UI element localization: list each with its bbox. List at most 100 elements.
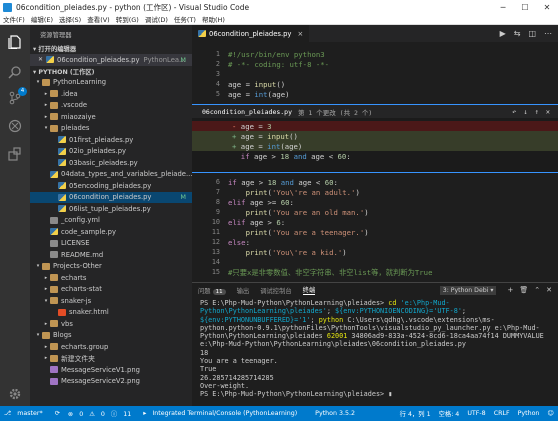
peek-filename: 06condition_pleiades.py — [202, 107, 293, 116]
tree-item-label: 06list_tuple_pleiades.py — [69, 204, 151, 213]
tree-file[interactable]: LICENSE — [30, 238, 192, 250]
tree-file[interactable]: code_sample.py — [30, 226, 192, 238]
git-branch[interactable]: ⎇ master* — [0, 410, 51, 417]
new-terminal-icon[interactable]: + — [507, 286, 513, 294]
revert-icon[interactable]: ↶ — [512, 108, 516, 116]
tree-folder[interactable]: ▸ miaozaiye — [30, 111, 192, 123]
menu-selection[interactable]: 选择(S) — [56, 14, 84, 24]
tree-folder[interactable]: ▸ echarts-stat — [30, 284, 192, 296]
python-file-icon — [50, 170, 58, 178]
maximize-button[interactable]: ☐ — [514, 0, 536, 14]
python-interpreter[interactable]: Python 3.5.2 — [311, 410, 359, 417]
tab-close-icon[interactable]: × — [297, 30, 303, 38]
cursor-position[interactable]: 行 4，列 1 — [396, 409, 435, 418]
next-change-icon[interactable]: ↓ — [523, 108, 527, 116]
menu-bar: 文件(F) 编辑(E) 选择(S) 查看(V) 转到(G) 调试(D) 任务(T… — [0, 14, 558, 25]
close-window-button[interactable]: ✕ — [536, 0, 558, 14]
close-peek-icon[interactable]: ✕ — [546, 108, 550, 116]
explorer-icon[interactable] — [8, 35, 22, 49]
menu-file[interactable]: 文件(F) — [0, 14, 28, 24]
tree-file[interactable]: 03basic_pleiades.py — [30, 157, 192, 169]
workspace-section[interactable]: ▾ PYTHON (工作区) — [30, 66, 192, 77]
terminal-output[interactable]: PS E:\Php-Mud-Python\PythonLearning\plei… — [192, 297, 558, 401]
chevron-down-icon: ▾ — [36, 263, 40, 270]
split-editor-icon[interactable]: ◫ — [528, 29, 536, 38]
tree-file[interactable]: 04data_types_and_variables_pleiade... — [30, 169, 192, 181]
tree-file[interactable]: 06list_tuple_pleiades.py — [30, 203, 192, 215]
code-line: else: — [228, 238, 250, 247]
line-ending[interactable]: CRLF — [490, 410, 514, 417]
folder-icon — [50, 274, 58, 282]
prev-change-icon[interactable]: ↑ — [535, 108, 539, 116]
encoding[interactable]: UTF-8 — [463, 410, 489, 417]
line-number: 3 — [215, 70, 220, 78]
menu-view[interactable]: 查看(V) — [84, 14, 113, 24]
line-number: 14 — [211, 258, 220, 266]
debug-icon[interactable] — [8, 119, 22, 133]
settings-gear-icon[interactable] — [8, 387, 22, 401]
tree-file[interactable]: snaker.html — [30, 307, 192, 319]
run-icon[interactable]: ▶ — [500, 29, 506, 38]
tab-debug-console[interactable]: 调试控制台 — [260, 286, 291, 295]
menu-edit[interactable]: 编辑(E) — [28, 14, 56, 24]
sync-icon[interactable]: ⟳ — [51, 410, 64, 417]
folder-icon — [42, 331, 50, 339]
kill-terminal-icon[interactable]: 🗑 — [519, 286, 528, 294]
status-bar: ⎇ master* ⟳ ⊗ 0 ⚠ 0 ⓘ 11 ▸ Integrated Te… — [0, 406, 558, 421]
tree-folder[interactable]: ▸ vbs — [30, 318, 192, 330]
line-number: 8 — [215, 198, 220, 206]
tree-folder[interactable]: ▸ echarts — [30, 272, 192, 284]
open-editor-item[interactable]: ✕ 06condition_pleiades.py PythonLea... M — [30, 54, 192, 66]
menu-help[interactable]: 帮助(H) — [199, 14, 228, 24]
tree-folder[interactable]: ▾ pleiades — [30, 123, 192, 135]
editor-tab[interactable]: 06condition_pleiades.py × — [192, 25, 310, 42]
terminal-target[interactable]: ▸ Integrated Terminal/Console (PythonLea… — [139, 410, 305, 417]
code-line: print('You are a teenager.') — [245, 228, 369, 237]
problems-summary[interactable]: ⊗ 0 ⚠ 0 ⓘ 11 — [64, 409, 139, 418]
tab-problems[interactable]: 问题 11 — [198, 286, 226, 295]
tree-file[interactable]: 06condition_pleiades.py M — [30, 191, 192, 203]
language-mode[interactable]: Python — [514, 410, 544, 417]
tree-folder[interactable]: ▸ .idea — [30, 88, 192, 100]
menu-go[interactable]: 转到(G) — [113, 14, 142, 24]
tree-folder[interactable]: ▸ .vscode — [30, 100, 192, 112]
tree-file[interactable]: 02io_pleiades.py — [30, 146, 192, 158]
minimize-button[interactable]: ─ — [492, 0, 514, 14]
terminal-selector[interactable]: 3: Python Debi ▾ — [439, 285, 497, 295]
chevron-right-icon: ▸ — [44, 90, 48, 97]
tree-file[interactable]: MessageServiceV1.png — [30, 364, 192, 376]
open-editors-section[interactable]: ▾ 打开的编辑器 — [30, 43, 192, 54]
compare-icon[interactable]: ⇆ — [514, 29, 521, 38]
code-line: if age > 18 and age < 60: — [228, 178, 338, 187]
tab-terminal[interactable]: 终端 — [302, 285, 316, 295]
search-icon[interactable] — [8, 65, 22, 79]
python-file-icon — [58, 182, 66, 190]
panel-tabs: 问题 11 输出 调试控制台 终端 3: Python Debi ▾ + 🗑 ⌃ … — [192, 283, 558, 297]
tab-output[interactable]: 输出 — [237, 286, 250, 295]
tree-file[interactable]: 05encoding_pleiades.py — [30, 180, 192, 192]
tree-folder[interactable]: ▸ 新建文件夹 — [30, 353, 192, 365]
menu-tasks[interactable]: 任务(T) — [171, 14, 199, 24]
close-icon[interactable]: ✕ — [38, 56, 43, 63]
maximize-panel-icon[interactable]: ⌃ — [534, 286, 540, 294]
python-file-icon — [58, 159, 66, 167]
folder-icon — [50, 90, 58, 98]
tree-folder[interactable]: ▾ snaker-js — [30, 295, 192, 307]
code-editor[interactable]: 1 #!/usr/bin/env python3 2 # -*- coding:… — [192, 42, 558, 282]
folder-icon — [50, 354, 58, 362]
tree-folder[interactable]: ▾ Projects-Other — [30, 261, 192, 273]
tree-file[interactable]: _config.yml — [30, 215, 192, 227]
tree-file[interactable]: README.md — [30, 249, 192, 261]
tree-file[interactable]: MessageServiceV2.png — [30, 376, 192, 388]
tree-folder[interactable]: ▸ echarts.group — [30, 341, 192, 353]
smiley-icon[interactable]: ☺ — [543, 410, 558, 417]
indentation[interactable]: 空格: 4 — [435, 409, 464, 418]
menu-debug[interactable]: 调试(D) — [142, 14, 171, 24]
tree-file[interactable]: 01first_pleiades.py — [30, 134, 192, 146]
extensions-icon[interactable] — [8, 147, 22, 161]
more-actions-icon[interactable]: ⋯ — [544, 29, 552, 38]
tree-folder[interactable]: ▾ Blogs — [30, 330, 192, 342]
line-number: 1 — [215, 50, 220, 58]
close-panel-icon[interactable]: ✕ — [546, 286, 552, 294]
tree-folder[interactable]: ▾ PythonLearning — [30, 77, 192, 89]
